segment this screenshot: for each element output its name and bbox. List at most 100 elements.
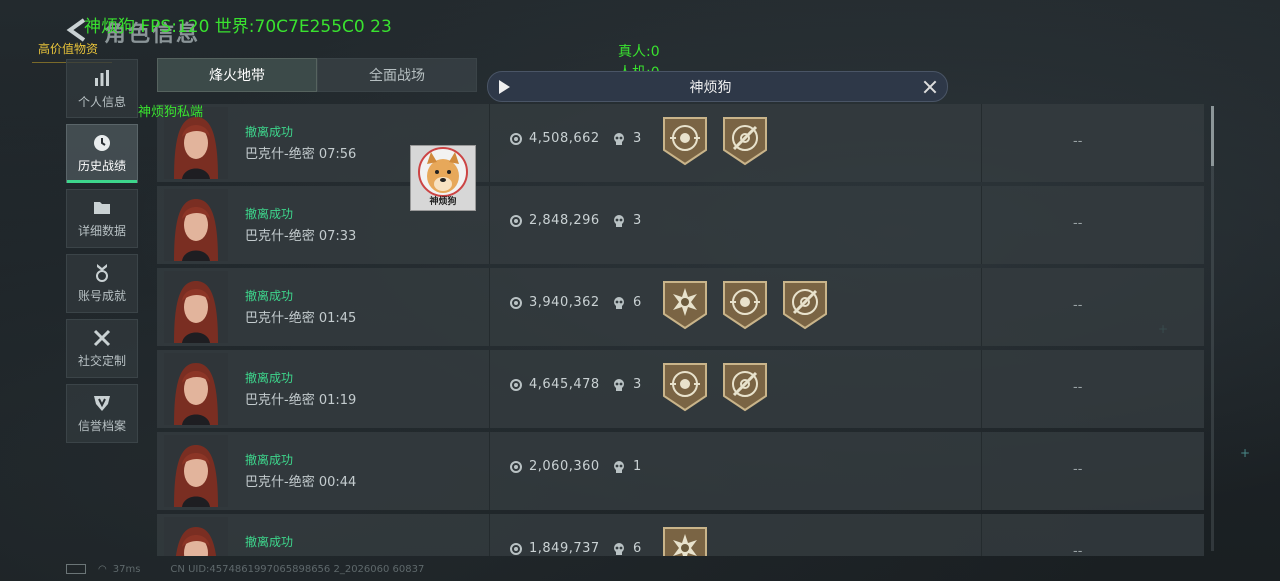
loot-value: 2,060,360 [529,459,600,474]
column-divider [981,350,982,428]
sidebar-item-detail-data[interactable]: 详细数据 [66,189,138,248]
decor-plus: + [1240,446,1251,460]
loot-value: 3,940,362 [529,295,600,310]
sidebar-item-history[interactable]: 历史战绩 [66,124,138,183]
column-divider [981,104,982,182]
badge-list [662,526,708,556]
crosshair-badge [723,363,767,412]
sidebar-item-label: 详细数据 [77,224,126,238]
crosshair-badge [783,281,827,330]
dog-sticker: 神烦狗 [410,145,476,211]
map-and-time: 巴克什-绝密 07:56 [245,147,357,162]
bar-chart-icon [95,70,109,86]
map-and-time: 巴克什-绝密 07:33 [245,229,357,244]
character-avatar [164,517,228,556]
folder-icon [94,202,110,214]
crosshair-badge [723,117,767,166]
avatar [164,189,228,261]
shield-emblem-badge [663,363,707,412]
sticker-label: 神烦狗 [429,197,457,207]
extra-value: -- [1073,380,1083,395]
medal-icon [96,264,108,282]
coin-icon [510,215,522,227]
sidebar-item-social-custom[interactable]: 社交定制 [66,319,138,378]
sidebar-item-reputation[interactable]: 信誉档案 [66,384,138,443]
bottom-status-bar: ◠ 37ms CN UID:4574861997065898656 2_202606… [66,564,424,575]
badge-list [662,362,768,412]
table-row[interactable]: 撤离成功 巴克什-绝密 07:33 2,848,296 3 -- [157,186,1204,264]
character-avatar [164,353,228,425]
video-title: 神烦狗 [689,79,732,96]
ping-value: 37ms [112,564,141,575]
extraction-status: 撤离成功 [245,535,294,549]
private-server-overlay: 神烦狗私端 [138,105,204,120]
coin-icon [510,297,522,309]
extra-value: -- [1073,298,1083,313]
extra-value: -- [1073,134,1083,149]
fps-overlay: 神烦狗 FPS:120 世界:70C7E255C0 23 [84,17,392,37]
map-and-time: 巴克什-绝密 01:45 [245,311,357,326]
sidebar-item-label: 历史战绩 [77,159,126,173]
extra-value: -- [1073,544,1083,556]
table-row[interactable]: 撤离成功巴克什-绝密 07:56 4,508,662 3 -- [157,104,1204,182]
close-icon[interactable] [923,80,937,94]
extraction-status: 撤离成功 [245,207,294,221]
kill-count: 1 [633,459,642,474]
skull-icon [614,461,624,473]
character-avatar [164,189,228,261]
tab-beacon-zone[interactable]: 烽火地带 [157,58,317,92]
table-row[interactable]: 撤离成功 巴克什-绝密 01:45 3,940,362 6 -- [157,268,1204,346]
loot-value: 1,849,737 [529,541,600,556]
sidebar-item-label: 个人信息 [77,95,126,109]
wifi-icon: ◠ [98,564,107,575]
loot-value: 4,508,662 [529,131,600,146]
badge-list [662,280,828,330]
column-divider [489,432,490,510]
tab-full-battlefield[interactable]: 全面战场 [317,58,477,92]
shield-emblem-badge [723,281,767,330]
avatar [164,271,228,343]
column-divider [489,514,490,556]
sidebar-item-personal-info[interactable]: 个人信息 [66,59,138,118]
avatar [164,517,228,556]
table-row[interactable]: 撤离成功 巴克什-绝密 00:44 2,060,360 1 -- [157,432,1204,510]
list-scrollbar[interactable] [1211,106,1214,551]
column-divider [489,268,490,346]
clock-icon [94,135,110,151]
sidebar: 个人信息 历史战绩 详细数据 账号成就 社交定制 信誉档案 [66,59,140,449]
real-player-count: 真人:0 [618,44,660,60]
sidebar-item-achievements[interactable]: 账号成就 [66,254,138,313]
shield-emblem-badge [663,117,707,166]
column-divider [981,186,982,264]
tools-icon [93,329,111,347]
extraction-status: 撤离成功 [245,371,294,385]
kill-count: 3 [633,131,642,146]
skull-icon [614,543,624,555]
badge-list [662,116,768,166]
column-divider [981,514,982,556]
column-divider [489,186,490,264]
map-and-time: 巴克什-绝密 01:19 [245,393,357,408]
table-row[interactable]: 撤离成功 1,849,737 6 -- [157,514,1204,556]
table-row[interactable]: 撤离成功 巴克什-绝密 01:19 4,645,478 3 -- [157,350,1204,428]
kill-count: 6 [633,541,642,556]
skull-icon [614,379,624,391]
extra-value: -- [1073,216,1083,231]
battery-icon [66,564,86,574]
extraction-status: 撤离成功 [245,125,294,139]
character-avatar [164,271,228,343]
kill-count: 3 [633,213,642,228]
uid-text: CN UID:4574861997065898656 2_2026060 608… [170,564,425,575]
burst-badge [663,527,707,556]
play-icon[interactable] [499,79,510,94]
skull-icon [614,297,624,309]
column-divider [981,432,982,510]
skull-icon [614,133,624,145]
match-history-list: 撤离成功 巴克什-绝密 07:56 4,508,662 3 -- 撤离成功 巴克什-绝密 0… [157,104,1204,556]
extraction-status: 撤离成功 [245,453,294,467]
coin-icon [510,379,522,391]
character-avatar [164,435,228,507]
map-and-time: 巴克什-绝密 00:44 [245,475,357,490]
kill-count: 3 [633,377,642,392]
column-divider [489,104,490,182]
